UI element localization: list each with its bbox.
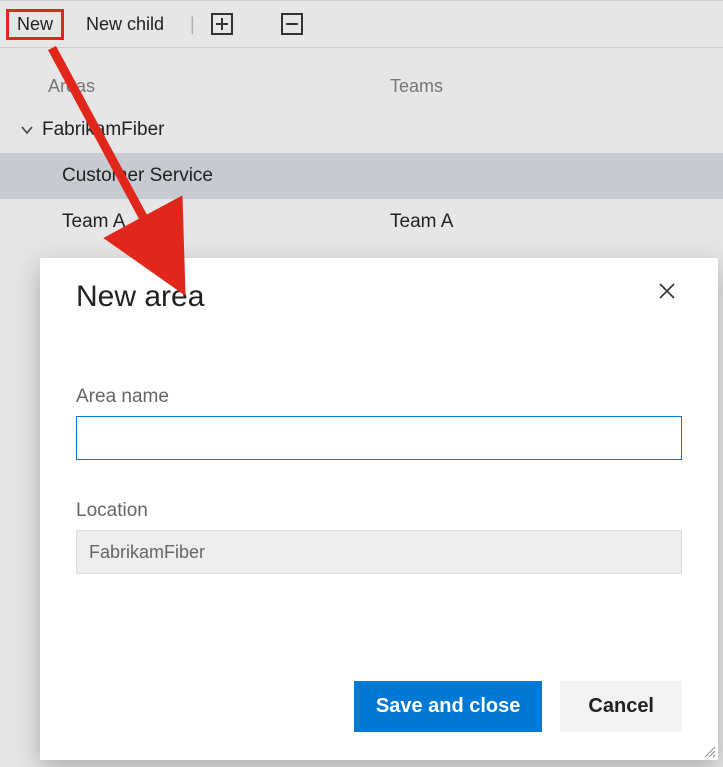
cancel-button[interactable]: Cancel	[560, 681, 682, 732]
new-child-button[interactable]: New child	[76, 10, 174, 39]
column-headers: Areas Teams	[0, 48, 723, 107]
tree-item-label: Team A	[62, 211, 125, 233]
teams-column-header: Teams	[390, 76, 723, 97]
area-tree: FabrikamFiber Customer Service Team A Te…	[0, 107, 723, 245]
tree-root-label: FabrikamFiber	[42, 119, 164, 141]
collapse-all-icon[interactable]	[281, 13, 303, 35]
toolbar: New New child |	[0, 0, 723, 48]
area-name-input[interactable]	[76, 416, 682, 460]
tree-item-team: Team A	[390, 211, 723, 233]
tree-child-row[interactable]: Team A Team A	[0, 199, 723, 245]
location-label: Location	[76, 500, 682, 522]
save-and-close-button[interactable]: Save and close	[354, 681, 543, 732]
dialog-title: New area	[76, 280, 204, 314]
tree-item-label: Customer Service	[62, 165, 213, 187]
tree-root-row[interactable]: FabrikamFiber	[0, 107, 723, 153]
new-button[interactable]: New	[6, 9, 64, 40]
close-icon[interactable]	[652, 280, 682, 306]
tree-child-row[interactable]: Customer Service	[0, 153, 723, 199]
location-input[interactable]	[76, 530, 682, 574]
new-area-dialog: New area Area name Location Save and clo…	[40, 258, 718, 760]
chevron-down-icon[interactable]	[18, 124, 36, 136]
expand-all-icon[interactable]	[211, 13, 233, 35]
areas-column-header: Areas	[0, 76, 390, 97]
resize-grip-icon[interactable]	[702, 744, 716, 758]
toolbar-separator: |	[186, 14, 199, 35]
area-name-label: Area name	[76, 386, 682, 408]
